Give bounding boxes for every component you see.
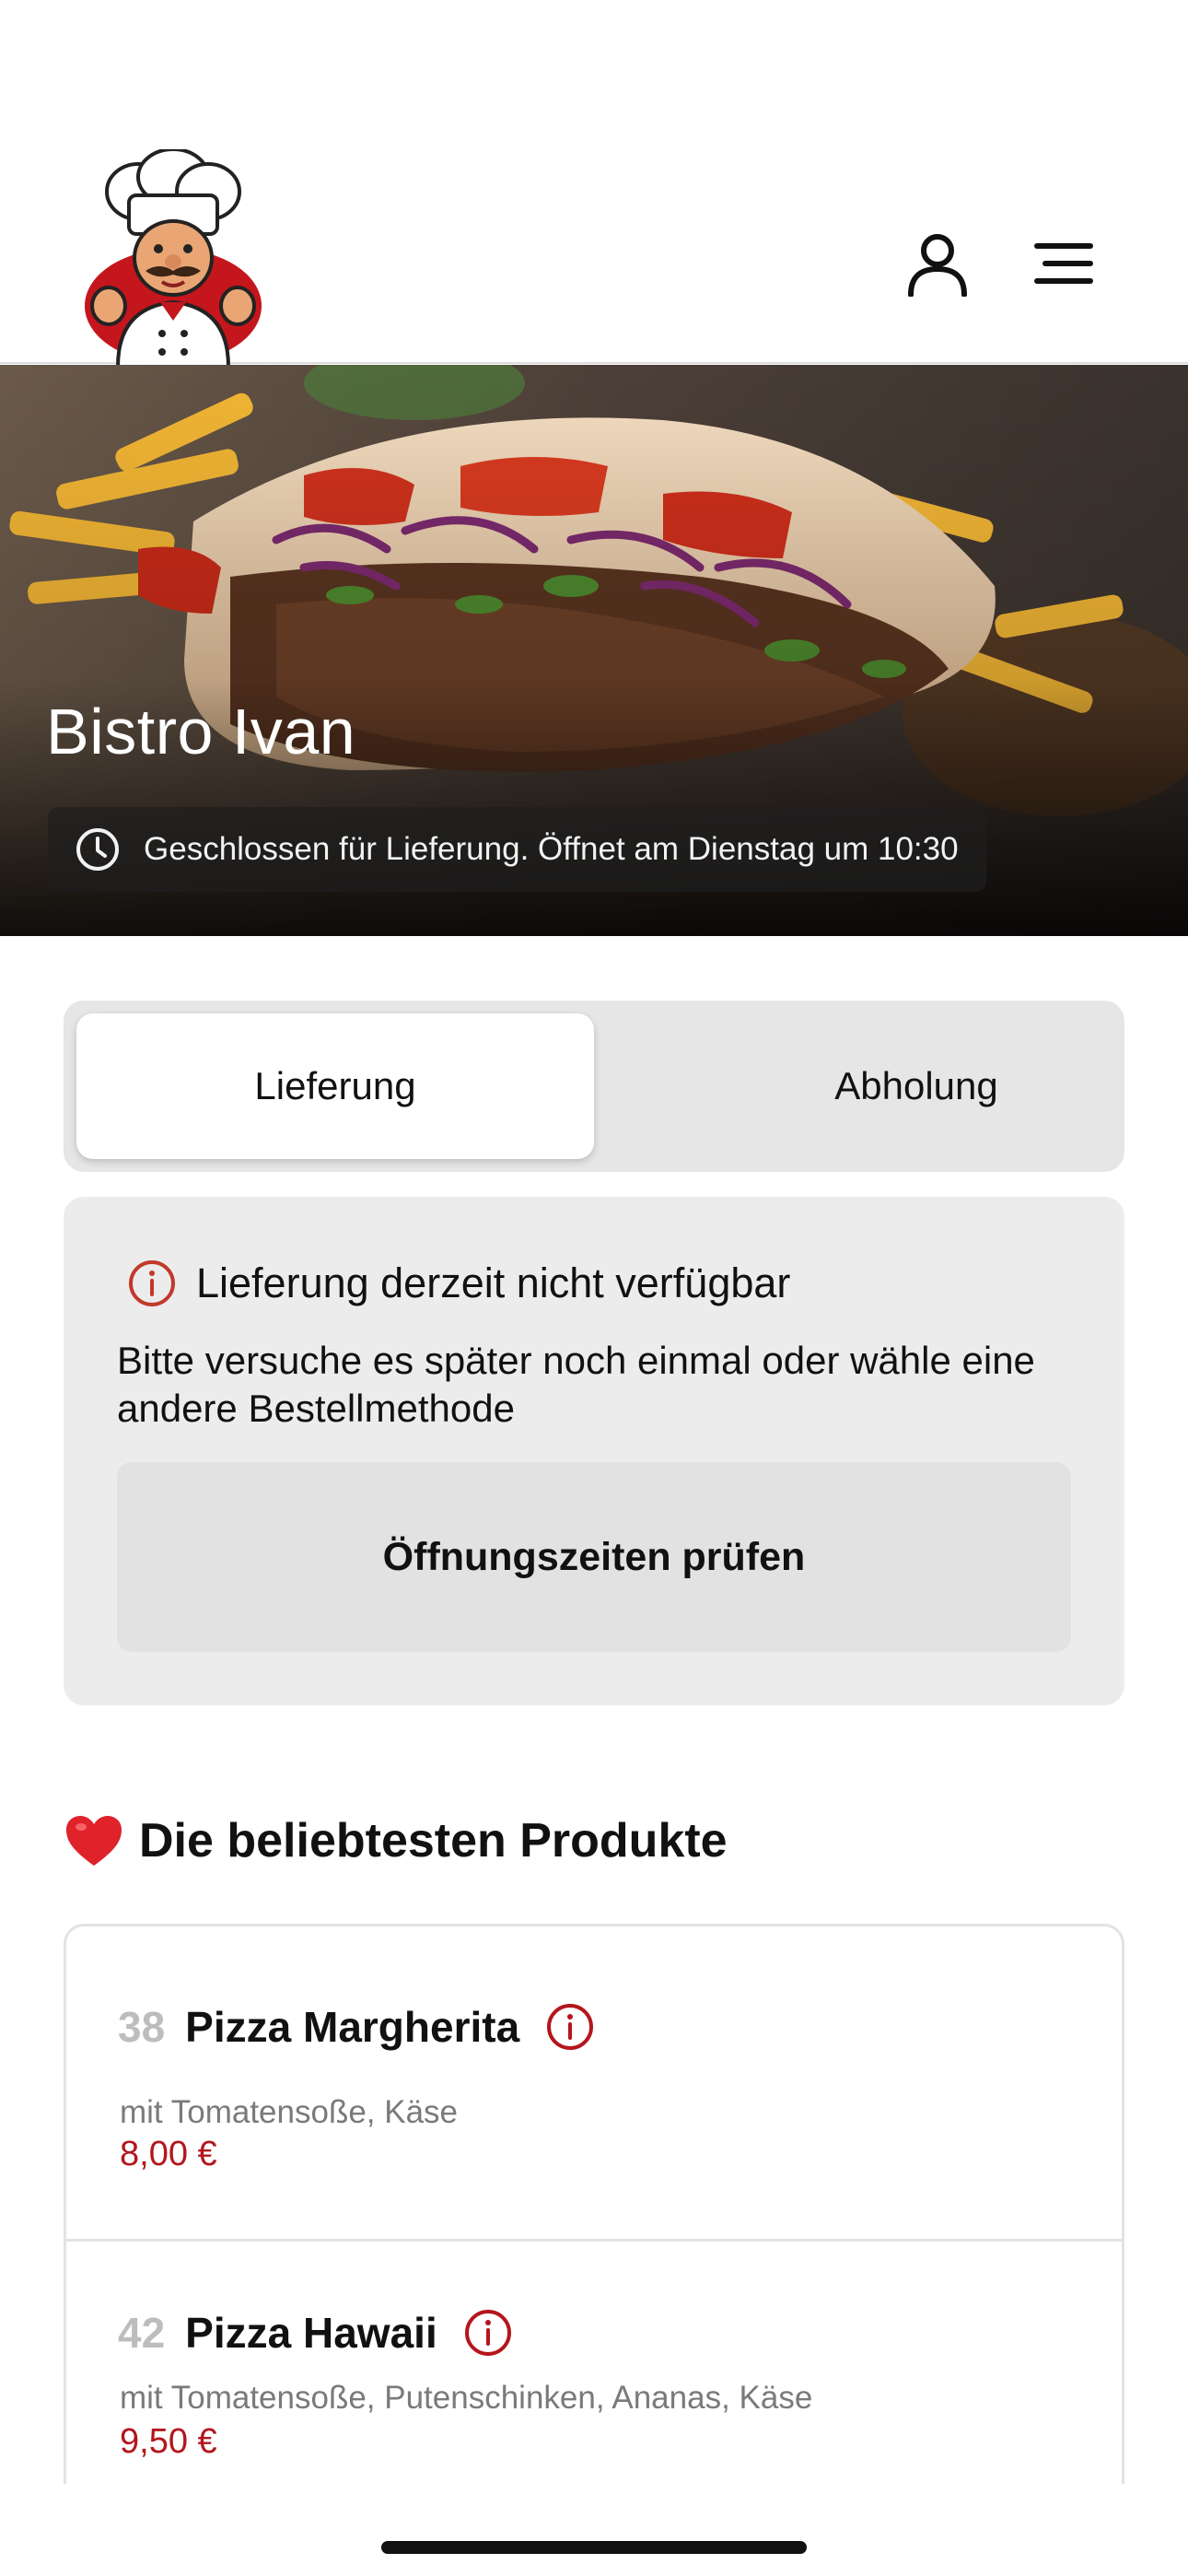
delivery-unavailable-notice: Lieferung derzeit nicht verfügbar Bitte … <box>64 1197 1124 1705</box>
tab-pickup[interactable]: Abholung <box>658 1013 1175 1159</box>
opening-status-badge: Geschlossen für Lieferung. Öffnet am Die… <box>48 807 986 892</box>
hero-banner: Bistro Ivan Geschlossen für Lieferung. Ö… <box>0 365 1188 936</box>
restaurant-name: Bistro Ivan <box>46 696 356 767</box>
product-header: 38 Pizza Margherita <box>118 2002 595 2052</box>
popular-products-heading: Die beliebtesten Produkte <box>64 1813 728 1868</box>
tab-delivery[interactable]: Lieferung <box>76 1013 594 1159</box>
product-number: 38 <box>118 2003 166 2051</box>
hamburger-menu-icon[interactable] <box>1027 236 1101 291</box>
app-header <box>0 0 1188 369</box>
product-number: 42 <box>118 2309 166 2357</box>
product-name: Pizza Margherita <box>185 2003 520 2051</box>
home-indicator[interactable] <box>381 2541 807 2554</box>
info-icon[interactable] <box>545 2002 595 2052</box>
product-name: Pizza Hawaii <box>185 2309 437 2357</box>
user-icon[interactable] <box>901 227 974 300</box>
product-item[interactable]: 38 Pizza Margherita mit Tomatensoße, Käs… <box>66 1926 1122 2242</box>
product-header: 42 Pizza Hawaii <box>118 2308 513 2358</box>
chef-mascot-logo[interactable] <box>81 147 265 369</box>
bottom-safe-area <box>0 2484 1188 2576</box>
product-price: 8,00 € <box>120 2135 217 2173</box>
info-icon <box>126 1258 178 1309</box>
notice-header: Lieferung derzeit nicht verfügbar <box>126 1258 790 1309</box>
popular-products-list: 38 Pizza Margherita mit Tomatensoße, Käs… <box>64 1924 1124 2495</box>
info-icon[interactable] <box>463 2308 513 2358</box>
heart-icon <box>64 1813 124 1868</box>
notice-message: Bitte versuche es später noch einmal ode… <box>117 1339 1035 1430</box>
order-mode-switch: Lieferung Abholung <box>64 1001 1124 1172</box>
section-title-text: Die beliebtesten Produkte <box>139 1814 728 1868</box>
clock-icon <box>74 825 122 873</box>
product-description: mit Tomatensoße, Käse <box>120 2094 459 2130</box>
product-item[interactable]: 42 Pizza Hawaii mit Tomatensoße, Putensc… <box>66 2242 1122 2495</box>
check-opening-hours-button[interactable]: Öffnungszeiten prüfen <box>117 1462 1071 1652</box>
product-description: mit Tomatensoße, Putenschinken, Ananas, … <box>120 2380 813 2416</box>
opening-status-text: Geschlossen für Lieferung. Öffnet am Die… <box>144 831 959 867</box>
product-price: 9,50 € <box>120 2422 217 2461</box>
notice-title: Lieferung derzeit nicht verfügbar <box>196 1259 791 1306</box>
